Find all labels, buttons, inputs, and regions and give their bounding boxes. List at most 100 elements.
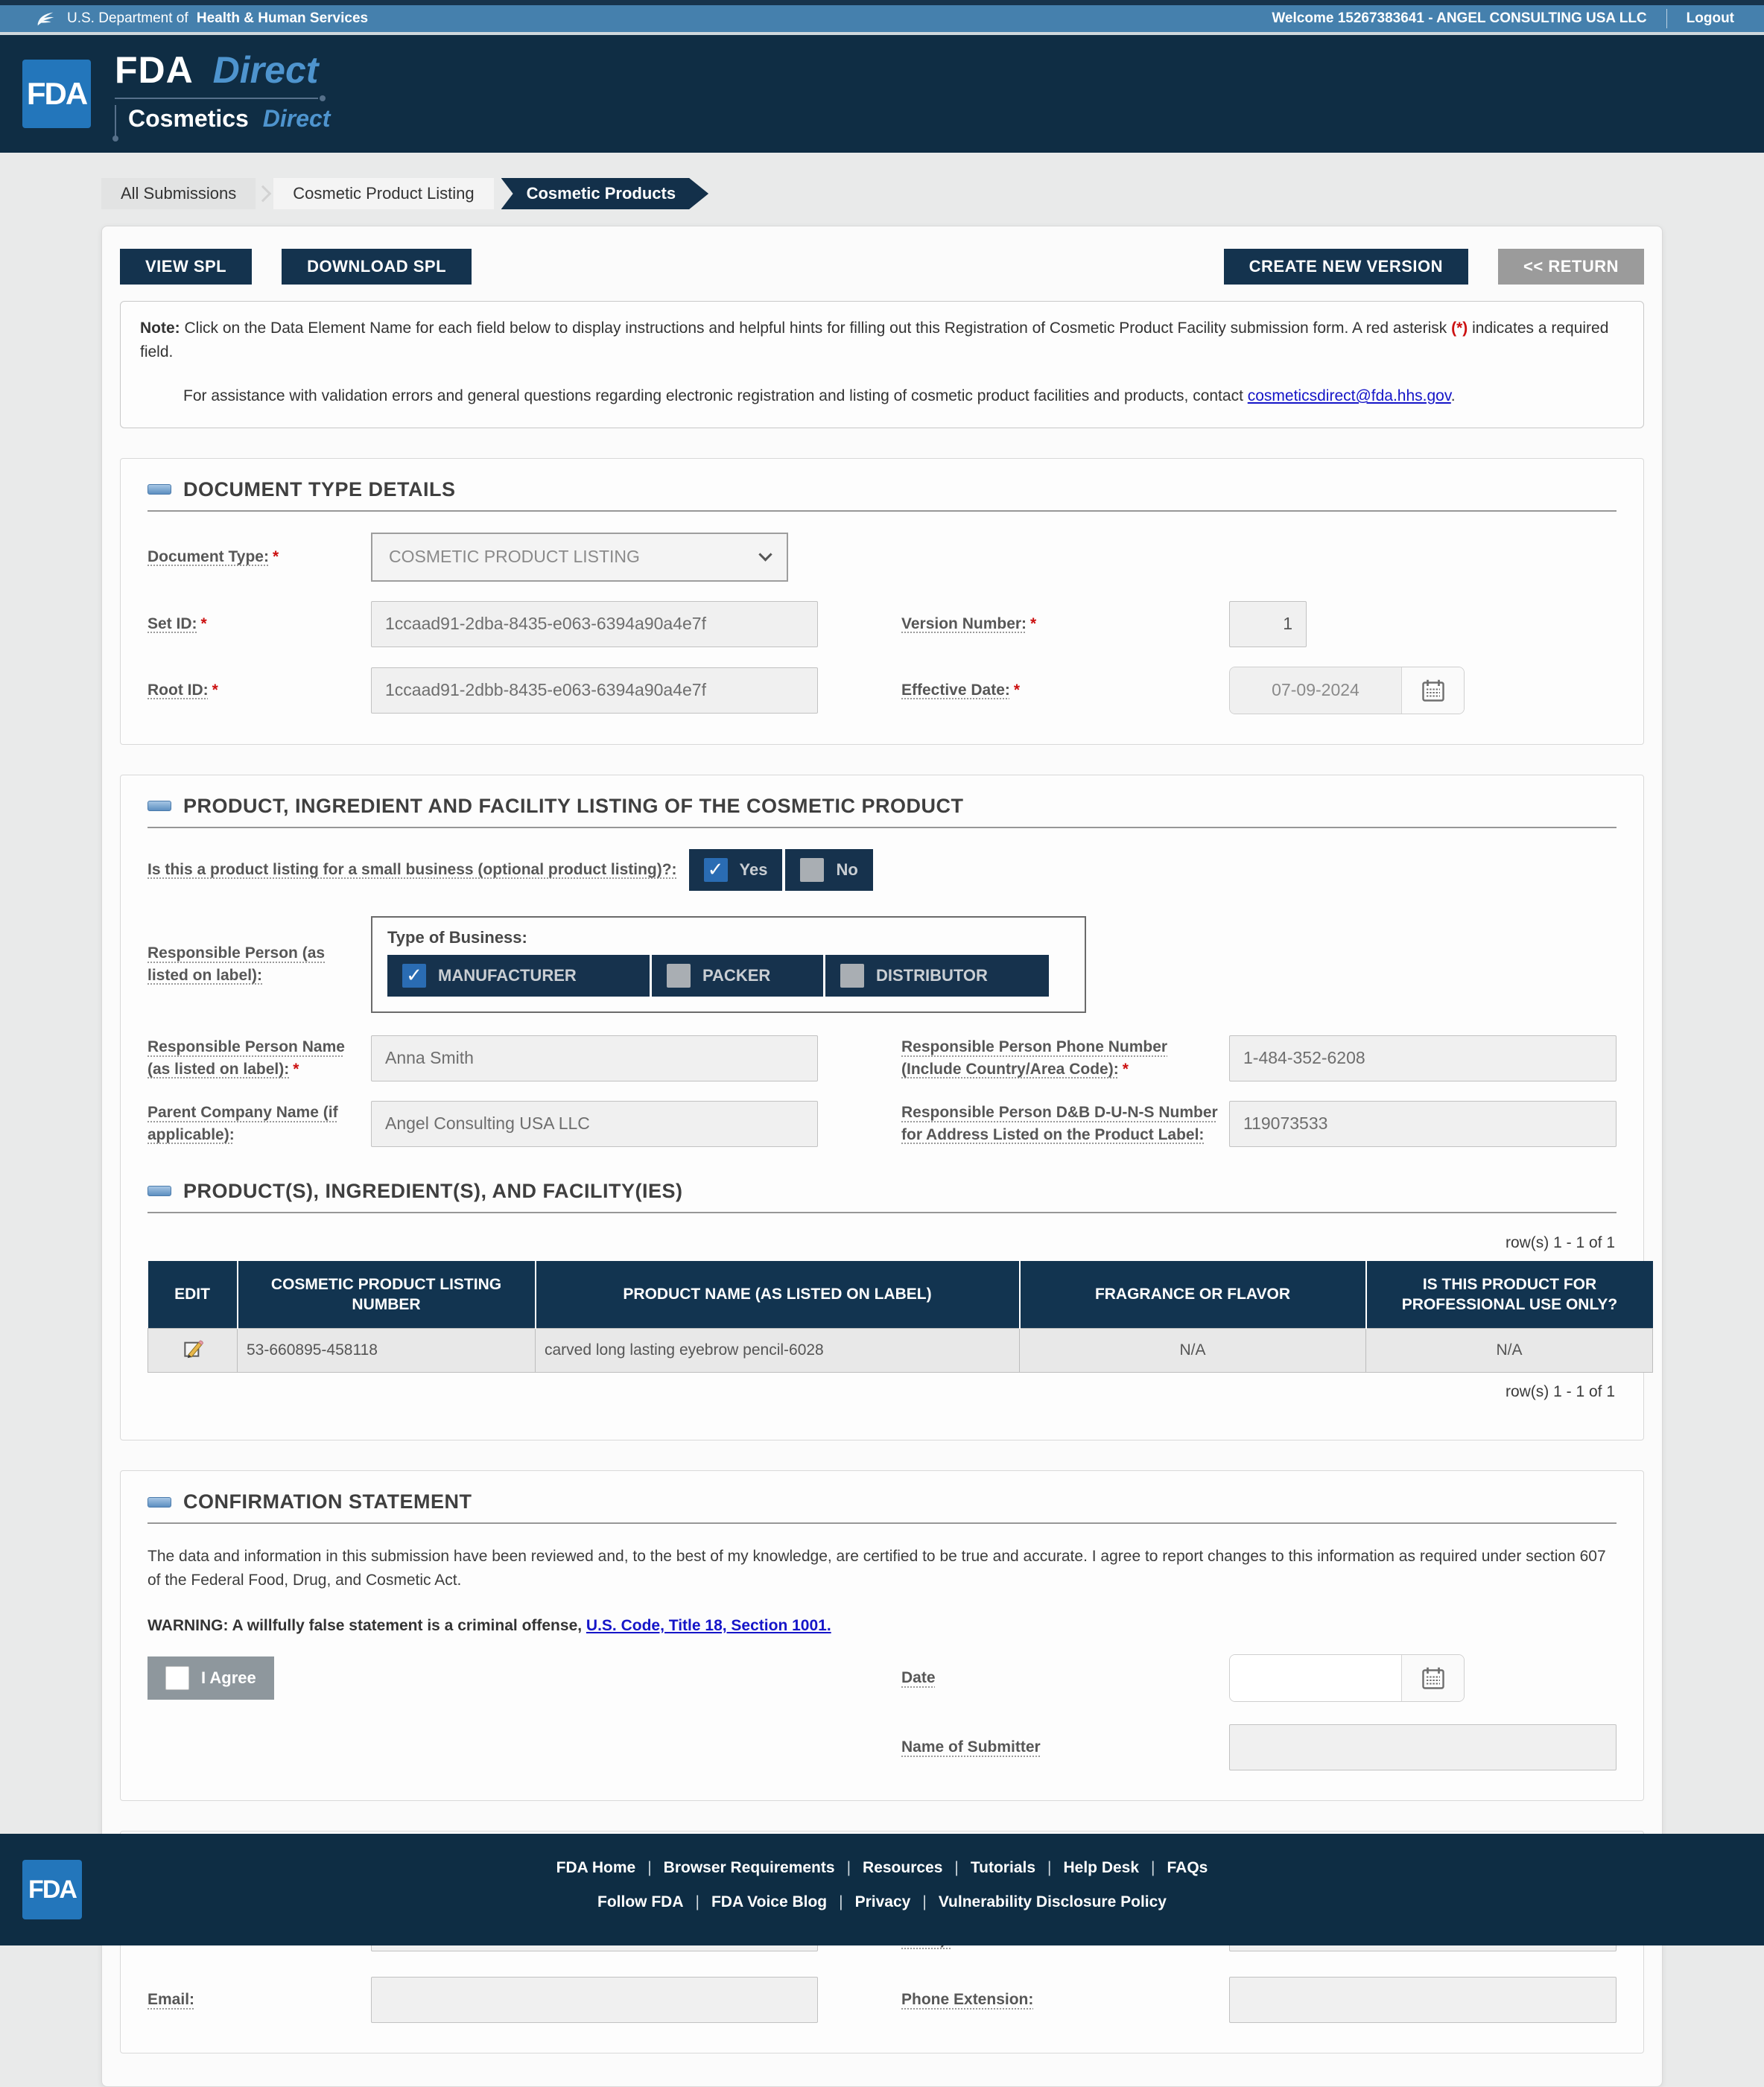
footer-link-follow-fda[interactable]: Follow FDA [597, 1893, 683, 1910]
note-paragraph: Note: Click on the Data Element Name for… [140, 317, 1624, 363]
table-header-row: EDIT COSMETIC PRODUCT LISTING NUMBER PRO… [148, 1261, 1653, 1329]
confirmation-date-input[interactable] [1230, 1655, 1401, 1701]
warning-text: WARNING: A willfully false statement is … [147, 1617, 586, 1634]
form-row: Parent Company Name (if applicable): Res… [147, 1101, 1617, 1147]
department-prefix: U.S. Department of [67, 10, 188, 26]
calendar-icon[interactable] [1401, 1655, 1464, 1701]
app-header: FDA FDA Direct Cosmetics Direct [0, 35, 1764, 153]
edit-pencil-icon[interactable] [181, 1336, 205, 1360]
subbrand-title: Cosmetics Direct [115, 105, 330, 140]
fda-logo: FDA [22, 60, 91, 128]
confirmation-statement-text: The data and information in this submiss… [147, 1545, 1617, 1592]
row-count-bottom: row(s) 1 - 1 of 1 [149, 1383, 1615, 1401]
footer-link-resources[interactable]: Resources [863, 1859, 942, 1876]
brand-title: FDA Direct [115, 48, 318, 99]
collapse-icon[interactable] [147, 1186, 171, 1196]
effective-date-input[interactable] [1230, 667, 1401, 714]
email-label: Email: [147, 1989, 371, 2010]
parent-company-input[interactable] [371, 1101, 818, 1147]
yes-checkbox[interactable] [704, 858, 728, 882]
brand-lockup: FDA Direct Cosmetics Direct [115, 48, 330, 140]
download-spl-button[interactable]: DOWNLOAD SPL [282, 249, 472, 285]
footer-link-tutorials[interactable]: Tutorials [971, 1859, 1035, 1876]
us-code-link[interactable]: U.S. Code, Title 18, Section 1001. [586, 1617, 831, 1634]
footer-link-help-desk[interactable]: Help Desk [1063, 1859, 1139, 1876]
professional-use-cell: N/A [1366, 1329, 1653, 1373]
collapse-icon[interactable] [147, 1497, 171, 1508]
distributor-checkbox[interactable] [840, 964, 864, 988]
i-agree-toggle[interactable]: I Agree [147, 1656, 274, 1700]
distributor-label: DISTRIBUTOR [876, 966, 988, 985]
distributor-option[interactable]: DISTRIBUTOR [825, 955, 1049, 997]
required-asterisk: * [212, 682, 218, 699]
view-spl-button[interactable]: VIEW SPL [120, 249, 252, 285]
manufacturer-option[interactable]: MANUFACTURER [387, 955, 650, 997]
rp-phone-input[interactable] [1229, 1035, 1617, 1081]
no-checkbox[interactable] [800, 858, 824, 882]
packer-option[interactable]: PACKER [652, 955, 823, 997]
collapse-icon[interactable] [147, 801, 171, 811]
required-asterisk: * [1123, 1061, 1129, 1078]
responsible-person-label: Responsible Person (as listed on label): [147, 942, 371, 986]
table-row: 53-660895-458118 carved long lasting eye… [148, 1329, 1653, 1373]
agree-date-row: I Agree Date [147, 1654, 1617, 1702]
set-id-input[interactable] [371, 601, 818, 647]
version-number-input[interactable] [1229, 601, 1307, 647]
cosmetics-direct-email-link[interactable]: cosmeticsdirect@fda.hhs.gov [1248, 387, 1451, 404]
footer-separator: | [647, 1859, 651, 1876]
footer-link-browser-requirements[interactable]: Browser Requirements [664, 1859, 835, 1876]
document-type-value: COSMETIC PRODUCT LISTING [389, 547, 640, 567]
document-type-details-section: DOCUMENT TYPE DETAILS Document Type:* CO… [120, 458, 1644, 745]
email-input[interactable] [371, 1977, 818, 2023]
breadcrumb-cosmetic-product-listing[interactable]: Cosmetic Product Listing [273, 178, 493, 209]
note-box: Note: Click on the Data Element Name for… [120, 301, 1644, 428]
small-business-no-option[interactable]: No [785, 849, 872, 891]
footer-link-fda-voice-blog[interactable]: FDA Voice Blog [711, 1893, 827, 1910]
footer-separator: | [954, 1859, 958, 1876]
breadcrumb-all-submissions[interactable]: All Submissions [101, 178, 256, 209]
collapse-icon[interactable] [147, 484, 171, 495]
return-button[interactable]: << RETURN [1498, 249, 1644, 285]
form-row: Root ID:* Effective Date:* [147, 667, 1617, 714]
rp-name-input[interactable] [371, 1035, 818, 1081]
type-of-business-box: Type of Business: MANUFACTURER PACKER DI… [371, 916, 1086, 1013]
small-business-question-label: Is this a product listing for a small bu… [147, 859, 677, 880]
create-new-version-button[interactable]: CREATE NEW VERSION [1224, 249, 1468, 285]
fda-logo-text: FDA [27, 76, 86, 112]
footer-link-faqs[interactable]: FAQs [1167, 1859, 1208, 1876]
logout-link[interactable]: Logout [1687, 10, 1734, 27]
phone-extension-input[interactable] [1229, 1977, 1617, 2023]
brand-main: FDA [115, 49, 194, 91]
section-header: CONFIRMATION STATEMENT [147, 1490, 1617, 1524]
products-subsection-title: PRODUCT(S), INGREDIENT(S), AND FACILITY(… [183, 1180, 683, 1203]
responsible-person-row: Responsible Person (as listed on label):… [147, 916, 1617, 1013]
edit-cell [148, 1329, 238, 1373]
duns-input[interactable] [1229, 1101, 1617, 1147]
small-business-choice-group: Yes No [689, 849, 873, 891]
footer-separator: | [839, 1893, 843, 1910]
document-type-select[interactable]: COSMETIC PRODUCT LISTING [371, 533, 788, 582]
version-number-label: Version Number:* [901, 613, 1229, 635]
assistance-period: . [1451, 387, 1456, 404]
required-asterisk: * [1014, 682, 1020, 699]
footer-link-vulnerability-disclosure[interactable]: Vulnerability Disclosure Policy [939, 1893, 1167, 1910]
small-business-yes-option[interactable]: Yes [689, 849, 783, 891]
note-text-1: Click on the Data Element Name for each … [180, 320, 1451, 337]
packer-checkbox[interactable] [667, 964, 691, 988]
required-asterisk: * [273, 548, 279, 565]
footer-link-fda-home[interactable]: FDA Home [556, 1859, 636, 1876]
submitter-input[interactable] [1229, 1724, 1617, 1770]
footer-link-privacy[interactable]: Privacy [855, 1893, 911, 1910]
manufacturer-checkbox[interactable] [402, 964, 426, 988]
product-listing-section: PRODUCT, INGREDIENT AND FACILITY LISTING… [120, 775, 1644, 1441]
section-title: DOCUMENT TYPE DETAILS [183, 478, 456, 501]
root-id-input[interactable] [371, 667, 818, 714]
page: { "topbar": { "dept_prefix": "U.S. Depar… [0, 0, 1764, 1945]
brand-accent: Direct [213, 49, 319, 91]
topbar-divider [1666, 9, 1667, 28]
fragrance-cell: N/A [1020, 1329, 1366, 1373]
i-agree-checkbox[interactable] [165, 1666, 189, 1690]
rp-name-label: Responsible Person Name (as listed on la… [147, 1036, 371, 1080]
top-border-strip [0, 0, 1764, 5]
calendar-icon[interactable] [1401, 667, 1464, 714]
